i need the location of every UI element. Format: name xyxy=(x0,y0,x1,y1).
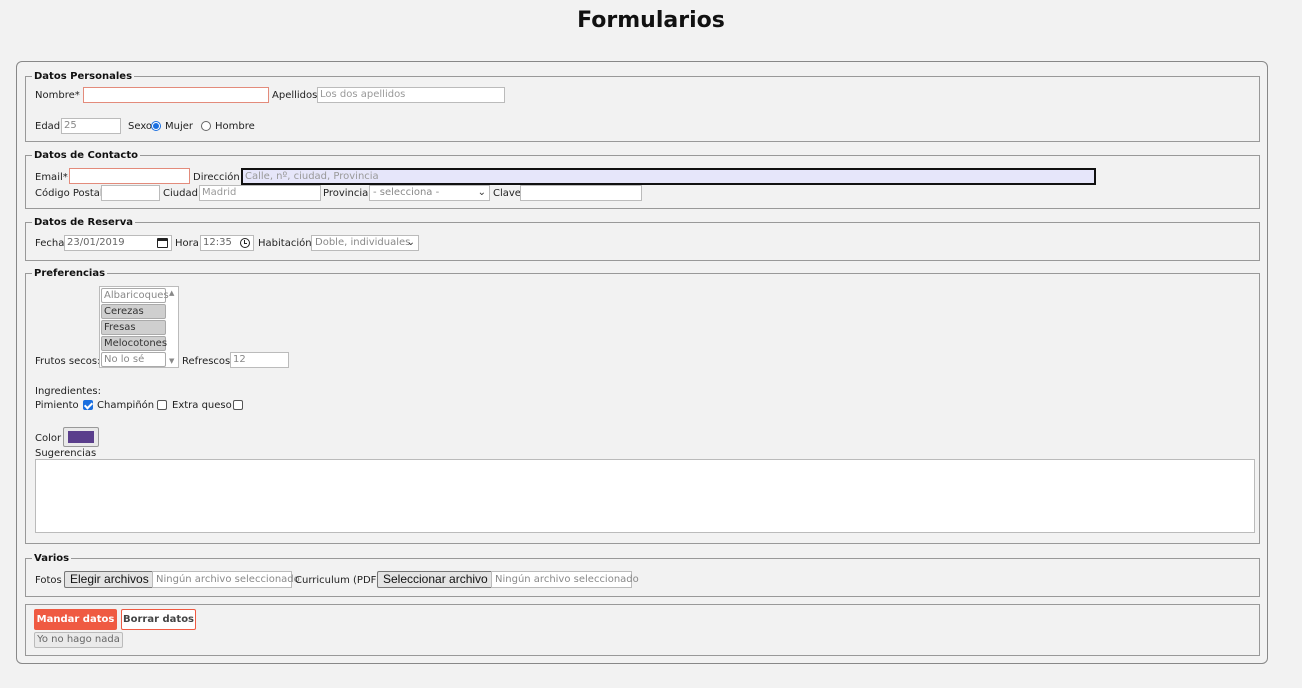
sexo-hombre-label: Hombre xyxy=(215,121,255,132)
apellidos-input[interactable]: Los dos apellidos xyxy=(317,87,505,103)
edad-value: 25 xyxy=(64,120,77,131)
pimiento-checkbox[interactable] xyxy=(83,400,93,410)
apellidos-label: Apellidos xyxy=(272,90,318,101)
legend-datos-reserva: Datos de Reserva xyxy=(34,217,133,228)
clock-icon[interactable] xyxy=(240,238,250,248)
fotos-status: Ningún archivo seleccionado xyxy=(152,571,300,588)
provincia-select[interactable]: - selecciona - ⌄ xyxy=(369,185,490,201)
edad-input[interactable]: 25 xyxy=(61,118,121,134)
clave-input[interactable] xyxy=(520,185,642,201)
hora-label: Hora xyxy=(175,238,199,249)
sexo-mujer-label: Mujer xyxy=(165,121,194,132)
frutos-secos-label: Frutos secos: xyxy=(35,356,101,367)
direccion-input[interactable]: Calle, nº, ciudad, Provincia xyxy=(241,168,1096,185)
page-title: Formularios xyxy=(577,8,725,33)
scroll-down-icon[interactable]: ▼ xyxy=(169,357,174,365)
legend-varios: Varios xyxy=(34,553,70,564)
champinon-checkbox[interactable] xyxy=(157,400,167,410)
refrescos-value: 12 xyxy=(233,354,246,365)
habitacion-value: Doble, individuales xyxy=(315,237,411,248)
clave-label: Clave xyxy=(493,188,521,199)
fieldset-acciones xyxy=(25,604,1260,656)
champinon-label: Champiñón xyxy=(97,400,155,411)
sexo-label: Sexo xyxy=(128,121,153,132)
list-item[interactable]: Cerezas xyxy=(101,304,166,319)
edad-label: Edad xyxy=(35,121,61,132)
legend-datos-personales: Datos Personales xyxy=(34,71,133,82)
nombre-input[interactable] xyxy=(83,87,269,103)
codigo-postal-input[interactable] xyxy=(101,185,160,201)
curriculum-status: Ningún archivo seleccionado xyxy=(491,571,639,588)
refrescos-input[interactable]: 12 xyxy=(230,352,289,368)
fotos-choose-button[interactable]: Elegir archivos xyxy=(64,571,155,588)
sexo-mujer-radio[interactable] xyxy=(151,121,161,131)
list-item[interactable]: Albaricoques xyxy=(101,288,169,303)
habitacion-select[interactable]: Doble, individuales ⌄ xyxy=(311,235,419,251)
email-label: Email* xyxy=(35,172,68,183)
fecha-input[interactable]: 23/01/2019 xyxy=(64,235,172,251)
scroll-up-icon[interactable]: ▲ xyxy=(169,289,174,297)
color-label: Color xyxy=(35,433,62,444)
chevron-down-icon: ⌄ xyxy=(406,237,415,248)
list-item[interactable]: Melocotones xyxy=(101,336,167,351)
nombre-label: Nombre* xyxy=(35,90,80,101)
sexo-hombre-radio[interactable] xyxy=(201,121,211,131)
chevron-down-icon: ⌄ xyxy=(477,187,486,198)
color-swatch xyxy=(68,431,94,443)
reset-button[interactable]: Borrar datos xyxy=(121,609,196,630)
legend-datos-contacto: Datos de Contacto xyxy=(34,150,138,161)
sugerencias-label: Sugerencias xyxy=(35,448,97,459)
refrescos-label: Refrescos xyxy=(182,356,231,367)
ingredientes-label: Ingredientes: xyxy=(35,386,101,397)
ciudad-input[interactable]: Madrid xyxy=(199,185,321,201)
hora-value: 12:35 xyxy=(203,237,232,248)
fecha-label: Fecha xyxy=(35,238,65,249)
ciudad-label: Ciudad xyxy=(163,188,198,199)
fotos-label: Fotos xyxy=(35,575,62,586)
curriculum-label: Curriculum (PDF) xyxy=(295,575,381,586)
frutos-secos-listbox[interactable]: Albaricoques Cerezas Fresas Melocotones … xyxy=(99,286,179,368)
apellidos-placeholder: Los dos apellidos xyxy=(320,89,406,100)
form-card: Datos Personales Nombre* Apellidos Los d… xyxy=(16,61,1268,664)
submit-button[interactable]: Mandar datos xyxy=(34,609,117,630)
extra-queso-checkbox[interactable] xyxy=(233,400,243,410)
pimiento-label: Pimiento xyxy=(35,400,79,411)
list-item[interactable]: No lo sé xyxy=(101,352,166,367)
codigo-postal-label: Código Postal xyxy=(35,188,103,199)
extra-queso-label: Extra queso xyxy=(172,400,232,411)
fecha-value: 23/01/2019 xyxy=(67,237,125,248)
direccion-label: Dirección xyxy=(193,172,240,183)
noop-button[interactable]: Yo no hago nada xyxy=(34,632,123,648)
hora-input[interactable]: 12:35 xyxy=(200,235,254,251)
list-item[interactable]: Fresas xyxy=(101,320,166,335)
color-picker[interactable] xyxy=(63,427,99,447)
calendar-icon[interactable] xyxy=(157,238,168,248)
email-input[interactable] xyxy=(69,168,190,184)
habitacion-label: Habitación xyxy=(258,238,312,249)
sugerencias-textarea[interactable] xyxy=(35,459,1255,533)
curriculum-choose-button[interactable]: Seleccionar archivo xyxy=(377,571,494,588)
fieldset-datos-personales: Datos Personales xyxy=(25,71,1260,142)
legend-preferencias: Preferencias xyxy=(34,268,106,279)
direccion-placeholder: Calle, nº, ciudad, Provincia xyxy=(245,171,379,182)
provincia-label: Provincia xyxy=(323,188,369,199)
ciudad-placeholder: Madrid xyxy=(202,187,237,198)
provincia-value: - selecciona - xyxy=(373,187,440,198)
